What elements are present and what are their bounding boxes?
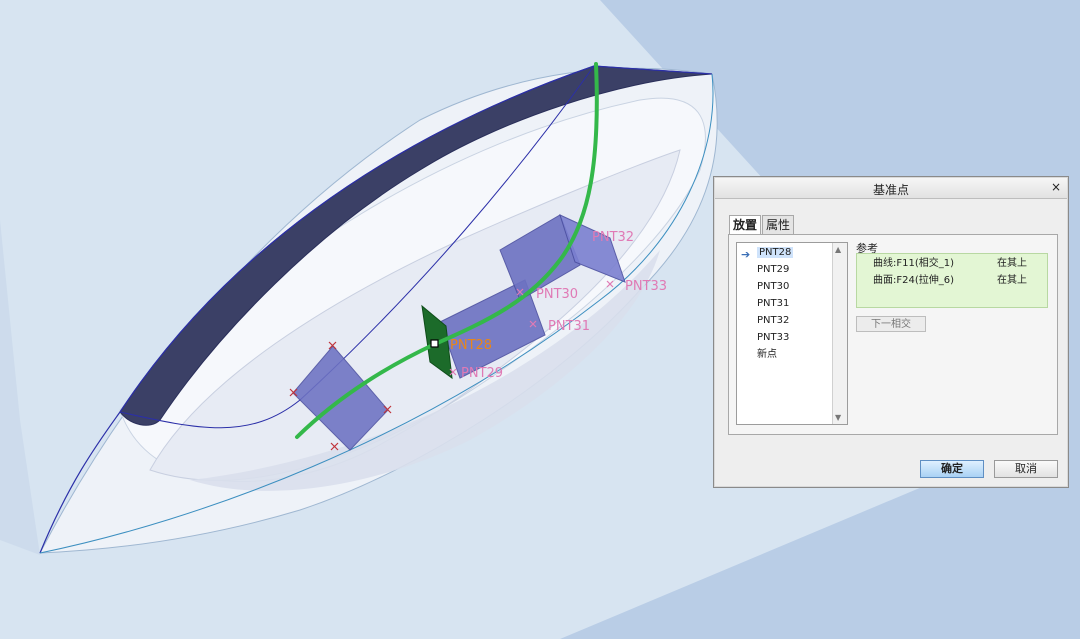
reference-type[interactable]: 在其上	[997, 273, 1027, 289]
list-item[interactable]: PNT29	[737, 261, 831, 278]
list-scrollbar[interactable]: ▲ ▼	[832, 243, 847, 424]
tab-placement[interactable]: 放置	[729, 215, 762, 235]
datum-point-dialog[interactable]: 基准点 × 放置 属性 ➔ PNT28 PNT29 PNT30 PNT31 PN…	[713, 176, 1069, 488]
pnt28-label[interactable]: PNT28	[450, 338, 492, 353]
placement-panel: ➔ PNT28 PNT29 PNT30 PNT31 PNT32 PNT33 新点…	[728, 234, 1058, 435]
list-item[interactable]: 新点	[737, 346, 831, 363]
tab-properties[interactable]: 属性	[762, 215, 795, 234]
ok-button[interactable]: 确定	[920, 460, 984, 478]
list-item[interactable]: PNT28	[737, 244, 831, 261]
reference-row[interactable]: 曲线:F11(相交_1) 在其上	[873, 256, 1043, 272]
selected-point-marker[interactable]	[430, 339, 439, 348]
cancel-button[interactable]: 取消	[994, 460, 1058, 478]
point-list[interactable]: ➔ PNT28 PNT29 PNT30 PNT31 PNT32 PNT33 新点…	[736, 242, 848, 425]
pnt30-label[interactable]: PNT30	[536, 287, 578, 302]
pnt32-label[interactable]: PNT32	[592, 230, 634, 245]
reference-name: 曲线:F11(相交_1)	[873, 258, 955, 269]
close-icon[interactable]: ×	[1051, 180, 1061, 194]
dialog-title: 基准点	[872, 183, 909, 197]
scroll-down-icon[interactable]: ▼	[835, 413, 841, 422]
dialog-tabs: 放置 属性	[729, 215, 795, 235]
reference-type[interactable]: 在其上	[997, 256, 1027, 272]
reference-name: 曲面:F24(拉伸_6)	[873, 275, 955, 286]
dialog-title-bar[interactable]: 基准点 ×	[715, 178, 1067, 199]
list-item[interactable]: PNT32	[737, 312, 831, 329]
list-item[interactable]: PNT31	[737, 295, 831, 312]
list-item[interactable]: PNT30	[737, 278, 831, 295]
references-box[interactable]: 曲线:F11(相交_1) 在其上 曲面:F24(拉伸_6) 在其上	[856, 253, 1048, 308]
pnt31-label[interactable]: PNT31	[548, 319, 590, 334]
next-intersection-button[interactable]: 下一相交	[856, 316, 926, 332]
scroll-up-icon[interactable]: ▲	[835, 245, 841, 254]
pnt33-label[interactable]: PNT33	[625, 279, 667, 294]
reference-row[interactable]: 曲面:F24(拉伸_6) 在其上	[873, 273, 1043, 289]
pnt29-label[interactable]: PNT29	[461, 366, 503, 381]
list-item[interactable]: PNT33	[737, 329, 831, 346]
